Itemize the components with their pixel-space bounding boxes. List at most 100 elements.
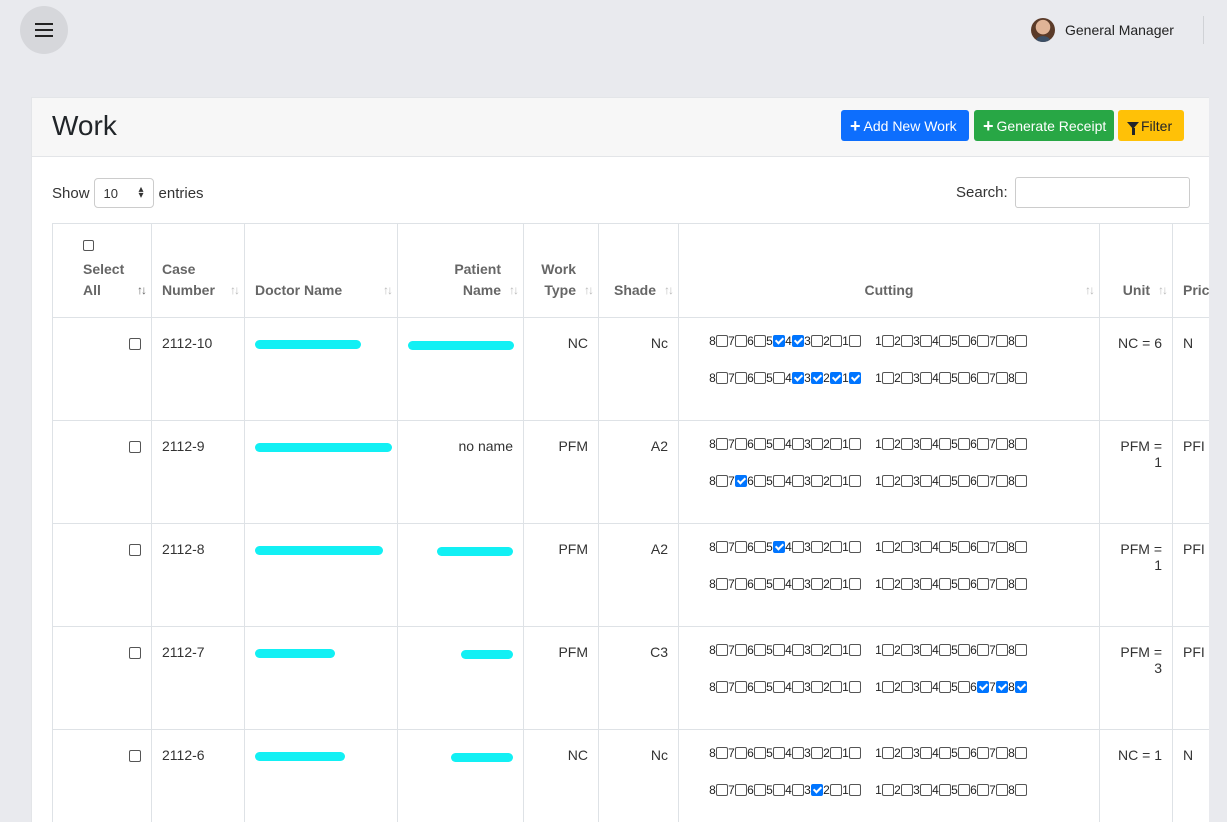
tooth-checkbox[interactable] xyxy=(901,475,913,487)
tooth-checkbox[interactable] xyxy=(1015,747,1027,759)
tooth-checkbox[interactable] xyxy=(1015,681,1027,693)
tooth-checkbox[interactable] xyxy=(958,747,970,759)
tooth-checkbox[interactable] xyxy=(792,681,804,693)
tooth-checkbox[interactable] xyxy=(735,578,747,590)
tooth-checkbox[interactable] xyxy=(939,372,951,384)
tooth-checkbox[interactable] xyxy=(920,578,932,590)
tooth-checkbox[interactable] xyxy=(901,335,913,347)
tooth-checkbox[interactable] xyxy=(830,475,842,487)
generate-receipt-button[interactable]: + Generate Receipt xyxy=(974,110,1114,141)
row-checkbox[interactable] xyxy=(129,750,141,762)
tooth-checkbox[interactable] xyxy=(830,541,842,553)
tooth-checkbox[interactable] xyxy=(849,438,861,450)
row-checkbox[interactable] xyxy=(129,544,141,556)
search-input[interactable] xyxy=(1015,177,1190,208)
tooth-checkbox[interactable] xyxy=(792,784,804,796)
tooth-checkbox[interactable] xyxy=(849,747,861,759)
tooth-checkbox[interactable] xyxy=(920,541,932,553)
tooth-checkbox[interactable] xyxy=(754,475,766,487)
tooth-checkbox[interactable] xyxy=(716,335,728,347)
tooth-checkbox[interactable] xyxy=(830,372,842,384)
tooth-checkbox[interactable] xyxy=(958,335,970,347)
tooth-checkbox[interactable] xyxy=(920,335,932,347)
tooth-checkbox[interactable] xyxy=(958,541,970,553)
tooth-checkbox[interactable] xyxy=(735,747,747,759)
tooth-checkbox[interactable] xyxy=(716,438,728,450)
tooth-checkbox[interactable] xyxy=(716,475,728,487)
tooth-checkbox[interactable] xyxy=(1015,335,1027,347)
tooth-checkbox[interactable] xyxy=(716,644,728,656)
tooth-checkbox[interactable] xyxy=(977,681,989,693)
tooth-checkbox[interactable] xyxy=(716,681,728,693)
tooth-checkbox[interactable] xyxy=(958,681,970,693)
col-patient-name[interactable]: Patient Name ↑↓ xyxy=(398,224,524,318)
tooth-checkbox[interactable] xyxy=(882,747,894,759)
tooth-checkbox[interactable] xyxy=(882,578,894,590)
tooth-checkbox[interactable] xyxy=(849,372,861,384)
tooth-checkbox[interactable] xyxy=(773,784,785,796)
tooth-checkbox[interactable] xyxy=(939,578,951,590)
tooth-checkbox[interactable] xyxy=(773,578,785,590)
add-new-work-button[interactable]: + Add New Work xyxy=(841,110,969,141)
tooth-checkbox[interactable] xyxy=(735,335,747,347)
tooth-checkbox[interactable] xyxy=(939,681,951,693)
tooth-checkbox[interactable] xyxy=(811,747,823,759)
tooth-checkbox[interactable] xyxy=(830,681,842,693)
tooth-checkbox[interactable] xyxy=(1015,784,1027,796)
filter-button[interactable]: Filter xyxy=(1118,110,1184,141)
tooth-checkbox[interactable] xyxy=(811,372,823,384)
tooth-checkbox[interactable] xyxy=(977,541,989,553)
tooth-checkbox[interactable] xyxy=(773,747,785,759)
tooth-checkbox[interactable] xyxy=(939,784,951,796)
tooth-checkbox[interactable] xyxy=(920,475,932,487)
tooth-checkbox[interactable] xyxy=(830,644,842,656)
tooth-checkbox[interactable] xyxy=(958,784,970,796)
menu-toggle-button[interactable] xyxy=(20,6,68,54)
entries-select[interactable]: 10 ▴▾ xyxy=(94,178,154,208)
tooth-checkbox[interactable] xyxy=(811,541,823,553)
tooth-checkbox[interactable] xyxy=(996,541,1008,553)
tooth-checkbox[interactable] xyxy=(901,747,913,759)
tooth-checkbox[interactable] xyxy=(811,681,823,693)
tooth-checkbox[interactable] xyxy=(882,335,894,347)
tooth-checkbox[interactable] xyxy=(977,747,989,759)
tooth-checkbox[interactable] xyxy=(977,644,989,656)
tooth-checkbox[interactable] xyxy=(958,372,970,384)
tooth-checkbox[interactable] xyxy=(773,681,785,693)
tooth-checkbox[interactable] xyxy=(754,747,766,759)
tooth-checkbox[interactable] xyxy=(773,372,785,384)
col-shade[interactable]: Shade ↑↓ xyxy=(599,224,679,318)
tooth-checkbox[interactable] xyxy=(811,335,823,347)
tooth-checkbox[interactable] xyxy=(773,335,785,347)
tooth-checkbox[interactable] xyxy=(1015,578,1027,590)
tooth-checkbox[interactable] xyxy=(996,335,1008,347)
tooth-checkbox[interactable] xyxy=(996,747,1008,759)
tooth-checkbox[interactable] xyxy=(849,578,861,590)
tooth-checkbox[interactable] xyxy=(716,541,728,553)
tooth-checkbox[interactable] xyxy=(977,578,989,590)
tooth-checkbox[interactable] xyxy=(754,335,766,347)
tooth-checkbox[interactable] xyxy=(773,438,785,450)
tooth-checkbox[interactable] xyxy=(920,644,932,656)
tooth-checkbox[interactable] xyxy=(792,578,804,590)
user-menu[interactable]: General Manager xyxy=(1031,18,1174,42)
row-checkbox[interactable] xyxy=(129,441,141,453)
tooth-checkbox[interactable] xyxy=(754,438,766,450)
tooth-checkbox[interactable] xyxy=(849,681,861,693)
tooth-checkbox[interactable] xyxy=(996,644,1008,656)
tooth-checkbox[interactable] xyxy=(977,475,989,487)
tooth-checkbox[interactable] xyxy=(811,784,823,796)
tooth-checkbox[interactable] xyxy=(1015,644,1027,656)
row-checkbox[interactable] xyxy=(129,338,141,350)
tooth-checkbox[interactable] xyxy=(773,541,785,553)
tooth-checkbox[interactable] xyxy=(830,784,842,796)
tooth-checkbox[interactable] xyxy=(939,541,951,553)
tooth-checkbox[interactable] xyxy=(977,372,989,384)
tooth-checkbox[interactable] xyxy=(958,644,970,656)
tooth-checkbox[interactable] xyxy=(901,644,913,656)
tooth-checkbox[interactable] xyxy=(996,438,1008,450)
tooth-checkbox[interactable] xyxy=(920,784,932,796)
tooth-checkbox[interactable] xyxy=(735,644,747,656)
tooth-checkbox[interactable] xyxy=(901,681,913,693)
tooth-checkbox[interactable] xyxy=(754,578,766,590)
